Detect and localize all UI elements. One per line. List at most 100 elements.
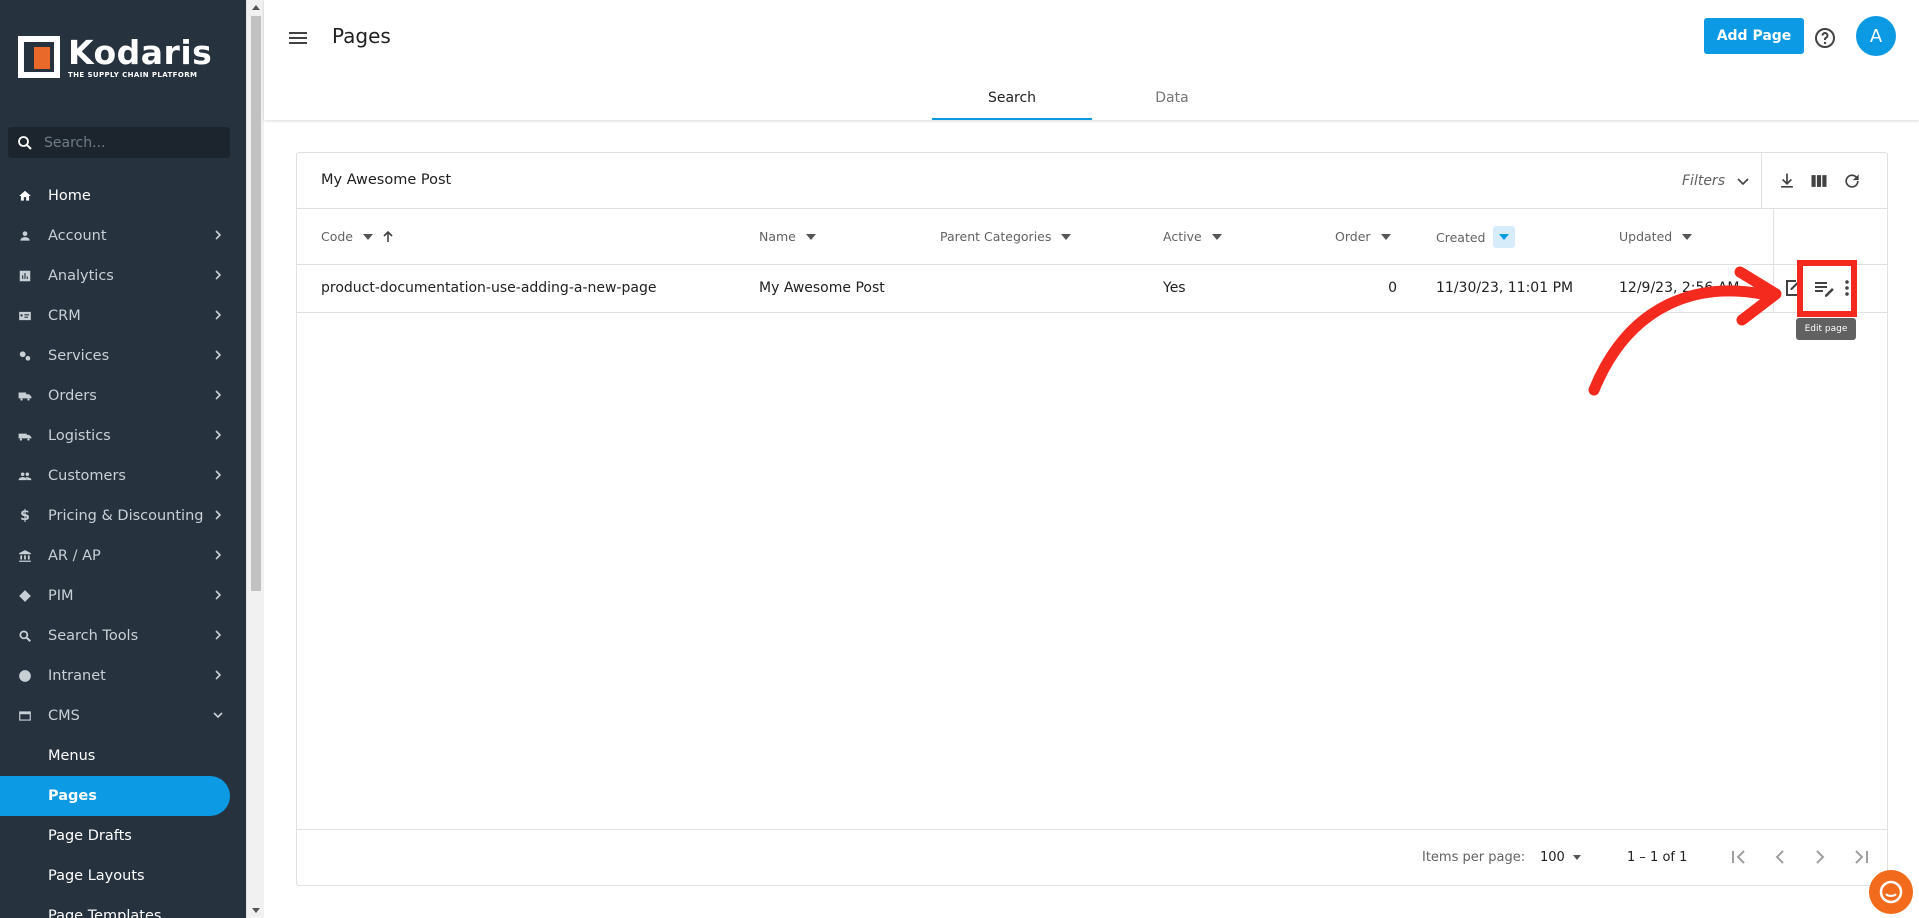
- first-page-icon[interactable]: [1728, 846, 1750, 868]
- sidebar-scrollbar[interactable]: [246, 0, 264, 918]
- column-label: Order: [1335, 229, 1371, 244]
- column-menu-icon[interactable]: [1211, 233, 1222, 240]
- column-header-parent-categories[interactable]: Parent Categories: [940, 229, 1072, 244]
- next-page-icon[interactable]: [1809, 846, 1831, 868]
- sidebar-item-account[interactable]: Account: [0, 216, 246, 256]
- chevron-right-icon: [215, 430, 222, 440]
- sidebar-item-crm[interactable]: CRM: [0, 296, 246, 336]
- column-label: Created: [1436, 229, 1486, 245]
- previous-page-icon[interactable]: [1769, 846, 1791, 868]
- sidebar-item-label: Logistics: [48, 428, 111, 444]
- column-menu-icon[interactable]: [363, 233, 374, 240]
- kodaris-logo[interactable]: Kodaris THE SUPPLY CHAIN PLATFORM: [18, 36, 212, 79]
- sidebar-item-label: CRM: [48, 308, 81, 324]
- sidebar-item-search-tools[interactable]: Search Tools: [0, 616, 246, 656]
- chevron-right-icon: [215, 590, 222, 600]
- sidebar-item-pricing[interactable]: $ Pricing & Discounting: [0, 496, 246, 536]
- crm-icon: [18, 309, 32, 323]
- avatar[interactable]: A: [1856, 16, 1896, 56]
- hamburger-menu-icon[interactable]: [286, 26, 310, 50]
- web-icon: [18, 709, 32, 723]
- home-icon: [18, 189, 32, 203]
- column-header-active[interactable]: Active: [1163, 229, 1222, 244]
- sidebar-item-label: Account: [48, 228, 107, 244]
- sidebar-sub-page-drafts[interactable]: Page Drafts: [0, 816, 246, 856]
- sidebar-sub-pages[interactable]: Pages: [0, 776, 230, 816]
- column-header-created[interactable]: Created: [1436, 226, 1516, 248]
- sidebar-item-home[interactable]: Home: [0, 176, 246, 216]
- sidebar-sub-menus[interactable]: Menus: [0, 736, 246, 776]
- scroll-up-icon[interactable]: [252, 5, 260, 10]
- column-header-code[interactable]: Code: [321, 229, 395, 244]
- sidebar-search-input[interactable]: [44, 134, 224, 151]
- sidebar-item-customers[interactable]: Customers: [0, 456, 246, 496]
- dollar-icon: $: [20, 508, 30, 524]
- chat-widget-button[interactable]: [1869, 870, 1913, 914]
- column-header-updated[interactable]: Updated: [1619, 229, 1693, 244]
- sidebar-item-cms[interactable]: CMS: [0, 696, 246, 736]
- edit-page-tooltip: Edit page: [1796, 318, 1856, 340]
- page-title: Pages: [332, 24, 391, 48]
- column-menu-icon[interactable]: [1380, 233, 1391, 240]
- sidebar-item-ar-ap[interactable]: AR / AP: [0, 536, 246, 576]
- column-menu-icon[interactable]: [1682, 233, 1693, 240]
- column-label: Active: [1163, 229, 1202, 244]
- column-label: Updated: [1619, 229, 1673, 244]
- chevron-right-icon: [215, 230, 222, 240]
- columns-icon[interactable]: [1809, 171, 1829, 191]
- column-menu-icon[interactable]: [805, 233, 816, 240]
- sort-ascending-icon[interactable]: [381, 230, 395, 244]
- items-per-page-label: Items per page:: [1422, 850, 1526, 865]
- sidebar-item-services[interactable]: Services: [0, 336, 246, 376]
- top-bar: Pages Add Page A Search Data: [264, 0, 1919, 120]
- sidebar-item-label: Pricing & Discounting: [48, 508, 204, 524]
- sidebar-item-pim[interactable]: PIM: [0, 576, 246, 616]
- column-menu-icon[interactable]: [1061, 233, 1072, 240]
- sidebar-item-orders[interactable]: Orders: [0, 376, 246, 416]
- column-menu-icon[interactable]: [1493, 226, 1516, 248]
- paginator: Items per page: 100 1 – 1 of 1: [297, 829, 1887, 885]
- table-header: Code Name Parent Categories Active Order…: [297, 209, 1887, 265]
- column-header-order[interactable]: Order: [1335, 229, 1391, 244]
- column-label: Code: [321, 229, 354, 244]
- sidebar-item-intranet[interactable]: Intranet: [0, 656, 246, 696]
- cell-active: Yes: [1163, 280, 1186, 296]
- analytics-icon: [18, 269, 32, 283]
- chevron-right-icon: [215, 350, 222, 360]
- chat-icon: [1879, 880, 1903, 904]
- last-page-icon[interactable]: [1850, 846, 1872, 868]
- scroll-down-icon[interactable]: [252, 908, 260, 913]
- column-header-name[interactable]: Name: [759, 229, 816, 244]
- tab-search[interactable]: Search: [932, 76, 1092, 120]
- tag-icon: [18, 589, 32, 603]
- sidebar-item-label: Intranet: [48, 668, 106, 684]
- sidebar-search: [8, 127, 230, 158]
- sidebar-sub-page-layouts[interactable]: Page Layouts: [0, 856, 246, 896]
- logo-mark-icon: [18, 36, 60, 78]
- sidebar-item-label: Analytics: [48, 268, 114, 284]
- chevron-down-icon: [213, 712, 223, 719]
- chevron-right-icon: [215, 550, 222, 560]
- annotation-highlight-box: [1797, 260, 1857, 317]
- download-icon[interactable]: [1777, 171, 1797, 191]
- sidebar-item-label: AR / AP: [48, 548, 101, 564]
- sidebar-sub-page-templates[interactable]: Page Templates: [0, 896, 246, 918]
- column-label: Parent Categories: [940, 229, 1052, 244]
- add-page-button[interactable]: Add Page: [1704, 18, 1804, 54]
- sidebar: Kodaris THE SUPPLY CHAIN PLATFORM Home A…: [0, 0, 246, 918]
- sidebar-item-logistics[interactable]: Logistics: [0, 416, 246, 456]
- sidebar-item-label: Services: [48, 348, 110, 364]
- help-icon[interactable]: [1813, 26, 1837, 50]
- items-per-page-select[interactable]: 100: [1540, 850, 1581, 865]
- refresh-icon[interactable]: [1842, 171, 1862, 191]
- filters-dropdown[interactable]: Filters: [1682, 173, 1751, 189]
- table-search-value[interactable]: My Awesome Post: [321, 172, 451, 188]
- globe-icon: [18, 669, 32, 683]
- chevron-right-icon: [215, 510, 222, 520]
- search-icon: [18, 629, 32, 643]
- table-toolbar: My Awesome Post Filters: [297, 153, 1887, 209]
- sidebar-item-analytics[interactable]: Analytics: [0, 256, 246, 296]
- tab-bar: Search Data: [932, 76, 1252, 120]
- tab-data[interactable]: Data: [1092, 76, 1252, 120]
- scrollbar-thumb[interactable]: [251, 16, 261, 591]
